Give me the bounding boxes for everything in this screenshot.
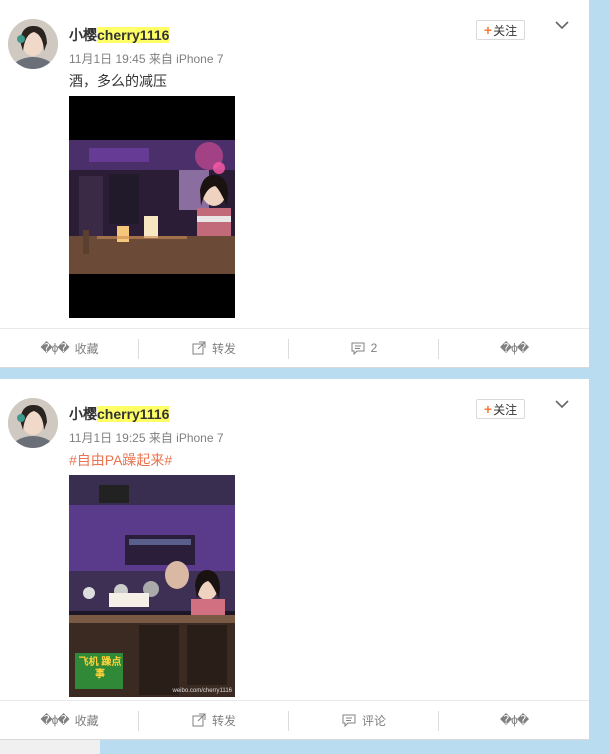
like-button[interactable]: �ϕ�: [439, 701, 589, 739]
username-prefix: 小樱: [69, 27, 97, 43]
comment-label: 评论: [361, 713, 386, 728]
post-text: 酒，多么的减压: [69, 73, 167, 89]
follow-label: 关注: [493, 402, 518, 417]
like-button[interactable]: �ϕ�: [439, 329, 589, 367]
repost-icon: [192, 341, 206, 355]
favorite-label: 收藏: [74, 341, 99, 356]
favorite-icon: �ϕ�: [40, 713, 69, 727]
repost-label: 转发: [211, 713, 236, 728]
follow-label: 关注: [493, 23, 518, 38]
comment-count: 2: [370, 341, 378, 355]
photo-credit: weibo.com/cherry1116: [172, 688, 232, 694]
post-meta[interactable]: 11月1日 19:25 来自 iPhone 7: [69, 429, 224, 446]
like-icon: �ϕ�: [499, 713, 529, 727]
chevron-down-icon[interactable]: [553, 395, 571, 413]
username[interactable]: 小樱cherry1116: [69, 25, 170, 45]
comment-icon: [342, 713, 356, 727]
post-meta[interactable]: 11月1日 19:45 来自 iPhone 7: [69, 50, 224, 67]
favorite-button[interactable]: �ϕ� 收藏: [0, 329, 139, 367]
footer-strip: [0, 740, 100, 754]
post-photo[interactable]: 飞机 躁点事 weibo.com/cherry1116: [69, 475, 235, 697]
comment-button[interactable]: 评论: [289, 701, 439, 739]
repost-icon: [192, 713, 206, 727]
comment-icon: [351, 341, 365, 355]
photo-watermark: 飞机 躁点事: [78, 657, 122, 680]
repost-label: 转发: [211, 341, 236, 356]
post-photo[interactable]: [69, 96, 235, 318]
comment-button[interactable]: 2: [289, 329, 439, 367]
username-highlight: cherry1116: [97, 406, 170, 422]
favorite-label: 收藏: [74, 713, 99, 728]
follow-button[interactable]: + 关注: [476, 399, 525, 419]
avatar[interactable]: [8, 398, 58, 448]
feed-card: 小樱cherry1116 11月1日 19:45 来自 iPhone 7 + 关…: [0, 0, 589, 368]
repost-button[interactable]: 转发: [139, 329, 289, 367]
follow-button[interactable]: + 关注: [476, 20, 525, 40]
username[interactable]: 小樱cherry1116: [69, 404, 170, 424]
action-bar: �ϕ� 收藏 转发 评论 �ϕ�: [0, 700, 589, 739]
plus-icon: +: [483, 401, 493, 417]
topic-link[interactable]: #自由PA躁起来#: [69, 450, 172, 470]
repost-button[interactable]: 转发: [139, 701, 289, 739]
like-icon: �ϕ�: [499, 341, 529, 355]
feed-card: 小樱cherry1116 11月1日 19:25 来自 iPhone 7 + 关…: [0, 379, 589, 740]
favorite-icon: �ϕ�: [40, 341, 69, 355]
favorite-button[interactable]: �ϕ� 收藏: [0, 701, 139, 739]
avatar[interactable]: [8, 19, 58, 69]
plus-icon: +: [483, 22, 493, 38]
username-highlight: cherry1116: [97, 27, 170, 43]
username-prefix: 小樱: [69, 406, 97, 422]
action-bar: �ϕ� 收藏 转发 2 �ϕ�: [0, 328, 589, 367]
chevron-down-icon[interactable]: [553, 16, 571, 34]
